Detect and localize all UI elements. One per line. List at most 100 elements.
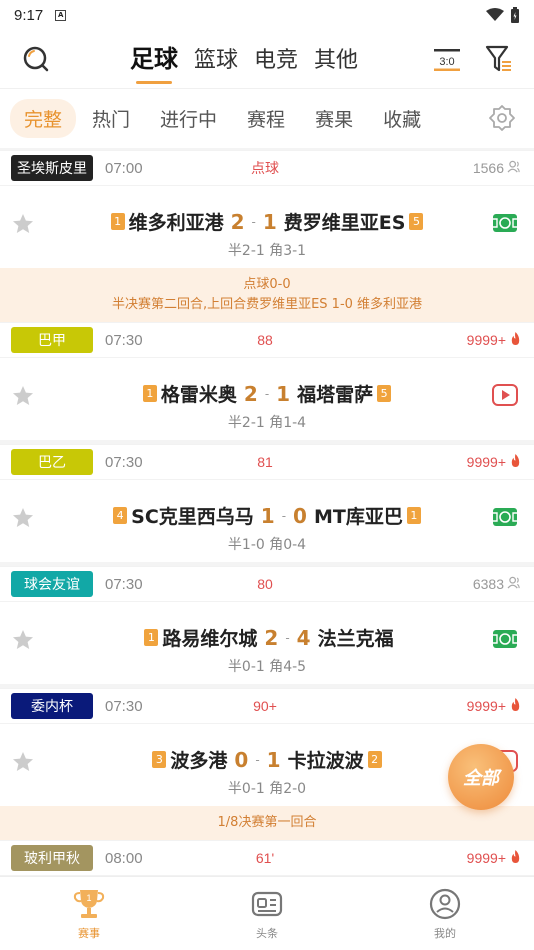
heat-count: 6383 [473, 576, 522, 592]
league-header[interactable]: 玻利甲秋 08:00 61' 9999+ [0, 840, 534, 876]
flame-icon [509, 849, 522, 867]
away-score: 0 [293, 503, 307, 528]
score-separator: - [251, 214, 256, 229]
people-icon [507, 160, 522, 176]
sub-tab[interactable]: 完整 [10, 99, 77, 138]
half-corner-stats: 半2-1 角1-4 [227, 415, 307, 431]
kickoff-time: 07:30 [105, 331, 143, 349]
match-row[interactable]: 1 格雷米奥 2-1 福塔雷萨 5 半2-1 角1-4 [0, 358, 534, 440]
away-rank: 5 [377, 385, 392, 402]
nav-events[interactable]: 1 赛事 [0, 877, 178, 950]
home-team: 维多利亚港 [128, 212, 224, 234]
live-pitch-icon[interactable] [492, 628, 518, 650]
away-team: 福塔雷萨 [297, 384, 374, 406]
sub-tab[interactable]: 进行中 [146, 99, 231, 138]
heat-count: 9999+ [467, 697, 522, 715]
search-icon[interactable] [22, 45, 50, 73]
flame-icon [509, 331, 522, 349]
flame-icon [509, 453, 522, 471]
league-badge: 圣埃斯皮里 [11, 155, 93, 181]
heat-value: 1566 [472, 160, 504, 176]
live-pitch-icon[interactable] [492, 506, 518, 528]
news-icon [251, 891, 283, 917]
score-toggle-label: 3:0 [439, 56, 454, 68]
heat-count: 9999+ [467, 453, 522, 471]
half-corner-stats: 半1-0 角0-4 [227, 537, 307, 553]
kickoff-time: 07:30 [105, 697, 143, 715]
top-bar: 足球 篮球 电竞 其他 3:0 [0, 30, 534, 88]
league-header[interactable]: 球会友谊 07:30 80 6383 [0, 566, 534, 602]
heat-value: 9999+ [466, 332, 506, 348]
sub-tab[interactable]: 赛程 [233, 99, 299, 138]
svg-text:1: 1 [86, 893, 91, 903]
sub-tab[interactable]: 热门 [78, 99, 144, 138]
live-pitch-icon[interactable] [492, 212, 518, 234]
sport-tab[interactable]: 足球 [130, 39, 178, 84]
match-row[interactable]: 4 SC克里西乌马 1-0 MT库亚巴 1 半1-0 角0-4 [0, 480, 534, 562]
away-score: 4 [296, 625, 311, 650]
heat-value: 6383 [472, 576, 504, 592]
match-note-line: 1/8决赛第一回合 [217, 815, 317, 830]
match-note-line: 半决赛第二回合,上回合费罗维里亚ES 1-0 维多利亚港 [111, 297, 423, 312]
sub-tab[interactable]: 收藏 [369, 99, 435, 138]
away-team: MT库亚巴 [313, 506, 403, 528]
home-rank: 1 [110, 213, 125, 230]
home-rank: 1 [142, 385, 157, 402]
sport-tab[interactable]: 其他 [314, 42, 358, 80]
home-team: 格雷米奥 [160, 384, 237, 406]
league-header[interactable]: 圣埃斯皮里 07:00 点球 1566 [0, 150, 534, 186]
score-separator: - [285, 630, 290, 645]
heat-value: 9999+ [466, 454, 506, 470]
status-bar: 9:17 A [0, 0, 534, 30]
teams-score: 1 格雷米奥 2-1 福塔雷萨 5 [0, 380, 534, 407]
sim-icon: A [55, 9, 67, 21]
home-score: 2 [264, 625, 279, 650]
away-rank: 2 [367, 751, 382, 768]
settings-gear-icon[interactable] [488, 104, 516, 132]
battery-icon [511, 6, 519, 23]
league-badge: 玻利甲秋 [11, 845, 93, 871]
score-toggle-icon[interactable]: 3:0 [433, 48, 461, 72]
league-badge: 巴甲 [11, 327, 93, 353]
kickoff-time: 07:30 [105, 575, 143, 593]
show-all-float-button[interactable]: 全部 [448, 744, 514, 810]
league-header[interactable]: 委内杯 07:30 90+ 9999+ [0, 688, 534, 724]
kickoff-time: 08:00 [105, 849, 143, 867]
match-status: 88 [257, 332, 273, 348]
status-time: 9:17 [14, 6, 44, 24]
nav-mine[interactable]: 我的 [356, 877, 534, 950]
away-team: 费罗维里亚ES [283, 212, 406, 234]
video-play-icon[interactable] [492, 384, 518, 406]
half-corner-stats: 半2-1 角3-1 [227, 243, 307, 259]
nav-label: 赛事 [78, 927, 100, 940]
match-status: 点球 [251, 160, 279, 176]
score-separator: - [281, 508, 287, 523]
heat-count: 9999+ [467, 331, 522, 349]
match-status: 90+ [253, 698, 277, 714]
home-score: 1 [260, 503, 275, 528]
sub-tab[interactable]: 赛果 [301, 99, 367, 138]
match-row[interactable]: 1 路易维尔城 2-4 法兰克福 半0-1 角4-5 [0, 602, 534, 684]
home-rank: 4 [113, 507, 128, 524]
home-team: 路易维尔城 [162, 628, 258, 650]
teams-score: 4 SC克里西乌马 1-0 MT库亚巴 1 [0, 502, 534, 529]
league-header[interactable]: 巴乙 07:30 81 9999+ [0, 444, 534, 480]
match-row[interactable]: 1 维多利亚港 2-1 费罗维里亚ES 5 半2-1 角3-1 [0, 186, 534, 268]
sub-tabs: 完整 热门 进行中 赛程 赛果 收藏 [0, 88, 534, 148]
half-corner-stats: 半0-1 角4-5 [227, 659, 307, 675]
score-separator: - [264, 386, 270, 401]
league-header[interactable]: 巴甲 07:30 88 9999+ [0, 322, 534, 358]
teams-score: 1 维多利亚港 2-1 费罗维里亚ES 5 [0, 208, 534, 235]
away-rank: 5 [409, 213, 424, 230]
sport-tab[interactable]: 篮球 [194, 42, 238, 80]
league-badge: 委内杯 [11, 693, 93, 719]
filter-icon[interactable] [484, 44, 514, 74]
home-score: 2 [230, 209, 245, 234]
user-icon [429, 888, 461, 920]
heat-value: 9999+ [466, 698, 506, 714]
match-status: 61' [255, 850, 275, 866]
score-separator: - [255, 752, 260, 767]
nav-headlines[interactable]: 头条 [178, 877, 356, 950]
nav-label: 我的 [434, 927, 456, 940]
sport-tab[interactable]: 电竞 [254, 42, 298, 80]
